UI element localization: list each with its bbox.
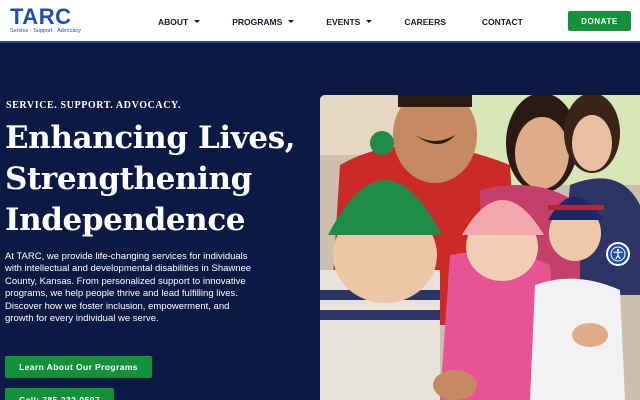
nav-item-careers-label: CAREERS bbox=[404, 16, 446, 27]
learn-programs-button[interactable]: Learn About Our Programs bbox=[5, 356, 152, 378]
nav-item-events-label: EVENTS bbox=[326, 16, 361, 27]
chevron-down-icon bbox=[194, 20, 201, 23]
hero-eyebrow: SERVICE. SUPPORT. ADVOCACY. bbox=[6, 100, 182, 111]
call-button[interactable]: Call: 785-232-0597 bbox=[5, 388, 114, 400]
nav-item-about[interactable]: ABOUT bbox=[158, 16, 201, 27]
hero-headline: Enhancing Lives, Strengthening Independe… bbox=[5, 118, 310, 241]
nav-item-programs-label: PROGRAMS bbox=[232, 16, 283, 27]
logo-tagline: Service · Support · Advocacy bbox=[10, 28, 81, 34]
donate-button[interactable]: DONATE bbox=[568, 11, 631, 31]
accessibility-figure-icon bbox=[610, 246, 626, 262]
nav-item-contact-label: CONTACT bbox=[481, 16, 523, 27]
family-photo bbox=[320, 95, 640, 400]
headline-line-1: Enhancing Lives, bbox=[5, 120, 296, 156]
hero-intro-text: At TARC, we provide life-changing servic… bbox=[5, 251, 252, 325]
nav-item-about-label: ABOUT bbox=[158, 16, 189, 27]
nav-item-careers[interactable]: CAREERS bbox=[404, 17, 446, 27]
logo-wordmark: TARC bbox=[10, 4, 72, 29]
headline-line-2: Strengthening bbox=[5, 161, 252, 197]
chevron-down-icon bbox=[288, 20, 295, 23]
chevron-down-icon bbox=[366, 20, 373, 23]
nav-item-programs[interactable]: PROGRAMS bbox=[232, 16, 295, 27]
nav-item-contact[interactable]: CONTACT bbox=[482, 17, 523, 27]
tarc-logo[interactable]: TARC Service · Support · Advocacy bbox=[10, 6, 82, 38]
main-nav: ABOUT PROGRAMS EVENTS CAREERS CONTACT bbox=[158, 0, 523, 43]
accessibility-icon[interactable] bbox=[606, 242, 630, 266]
site-header: TARC Service · Support · Advocacy ABOUT … bbox=[0, 0, 640, 43]
headline-line-3: Independence bbox=[5, 202, 246, 238]
nav-item-events[interactable]: EVENTS bbox=[326, 16, 373, 27]
